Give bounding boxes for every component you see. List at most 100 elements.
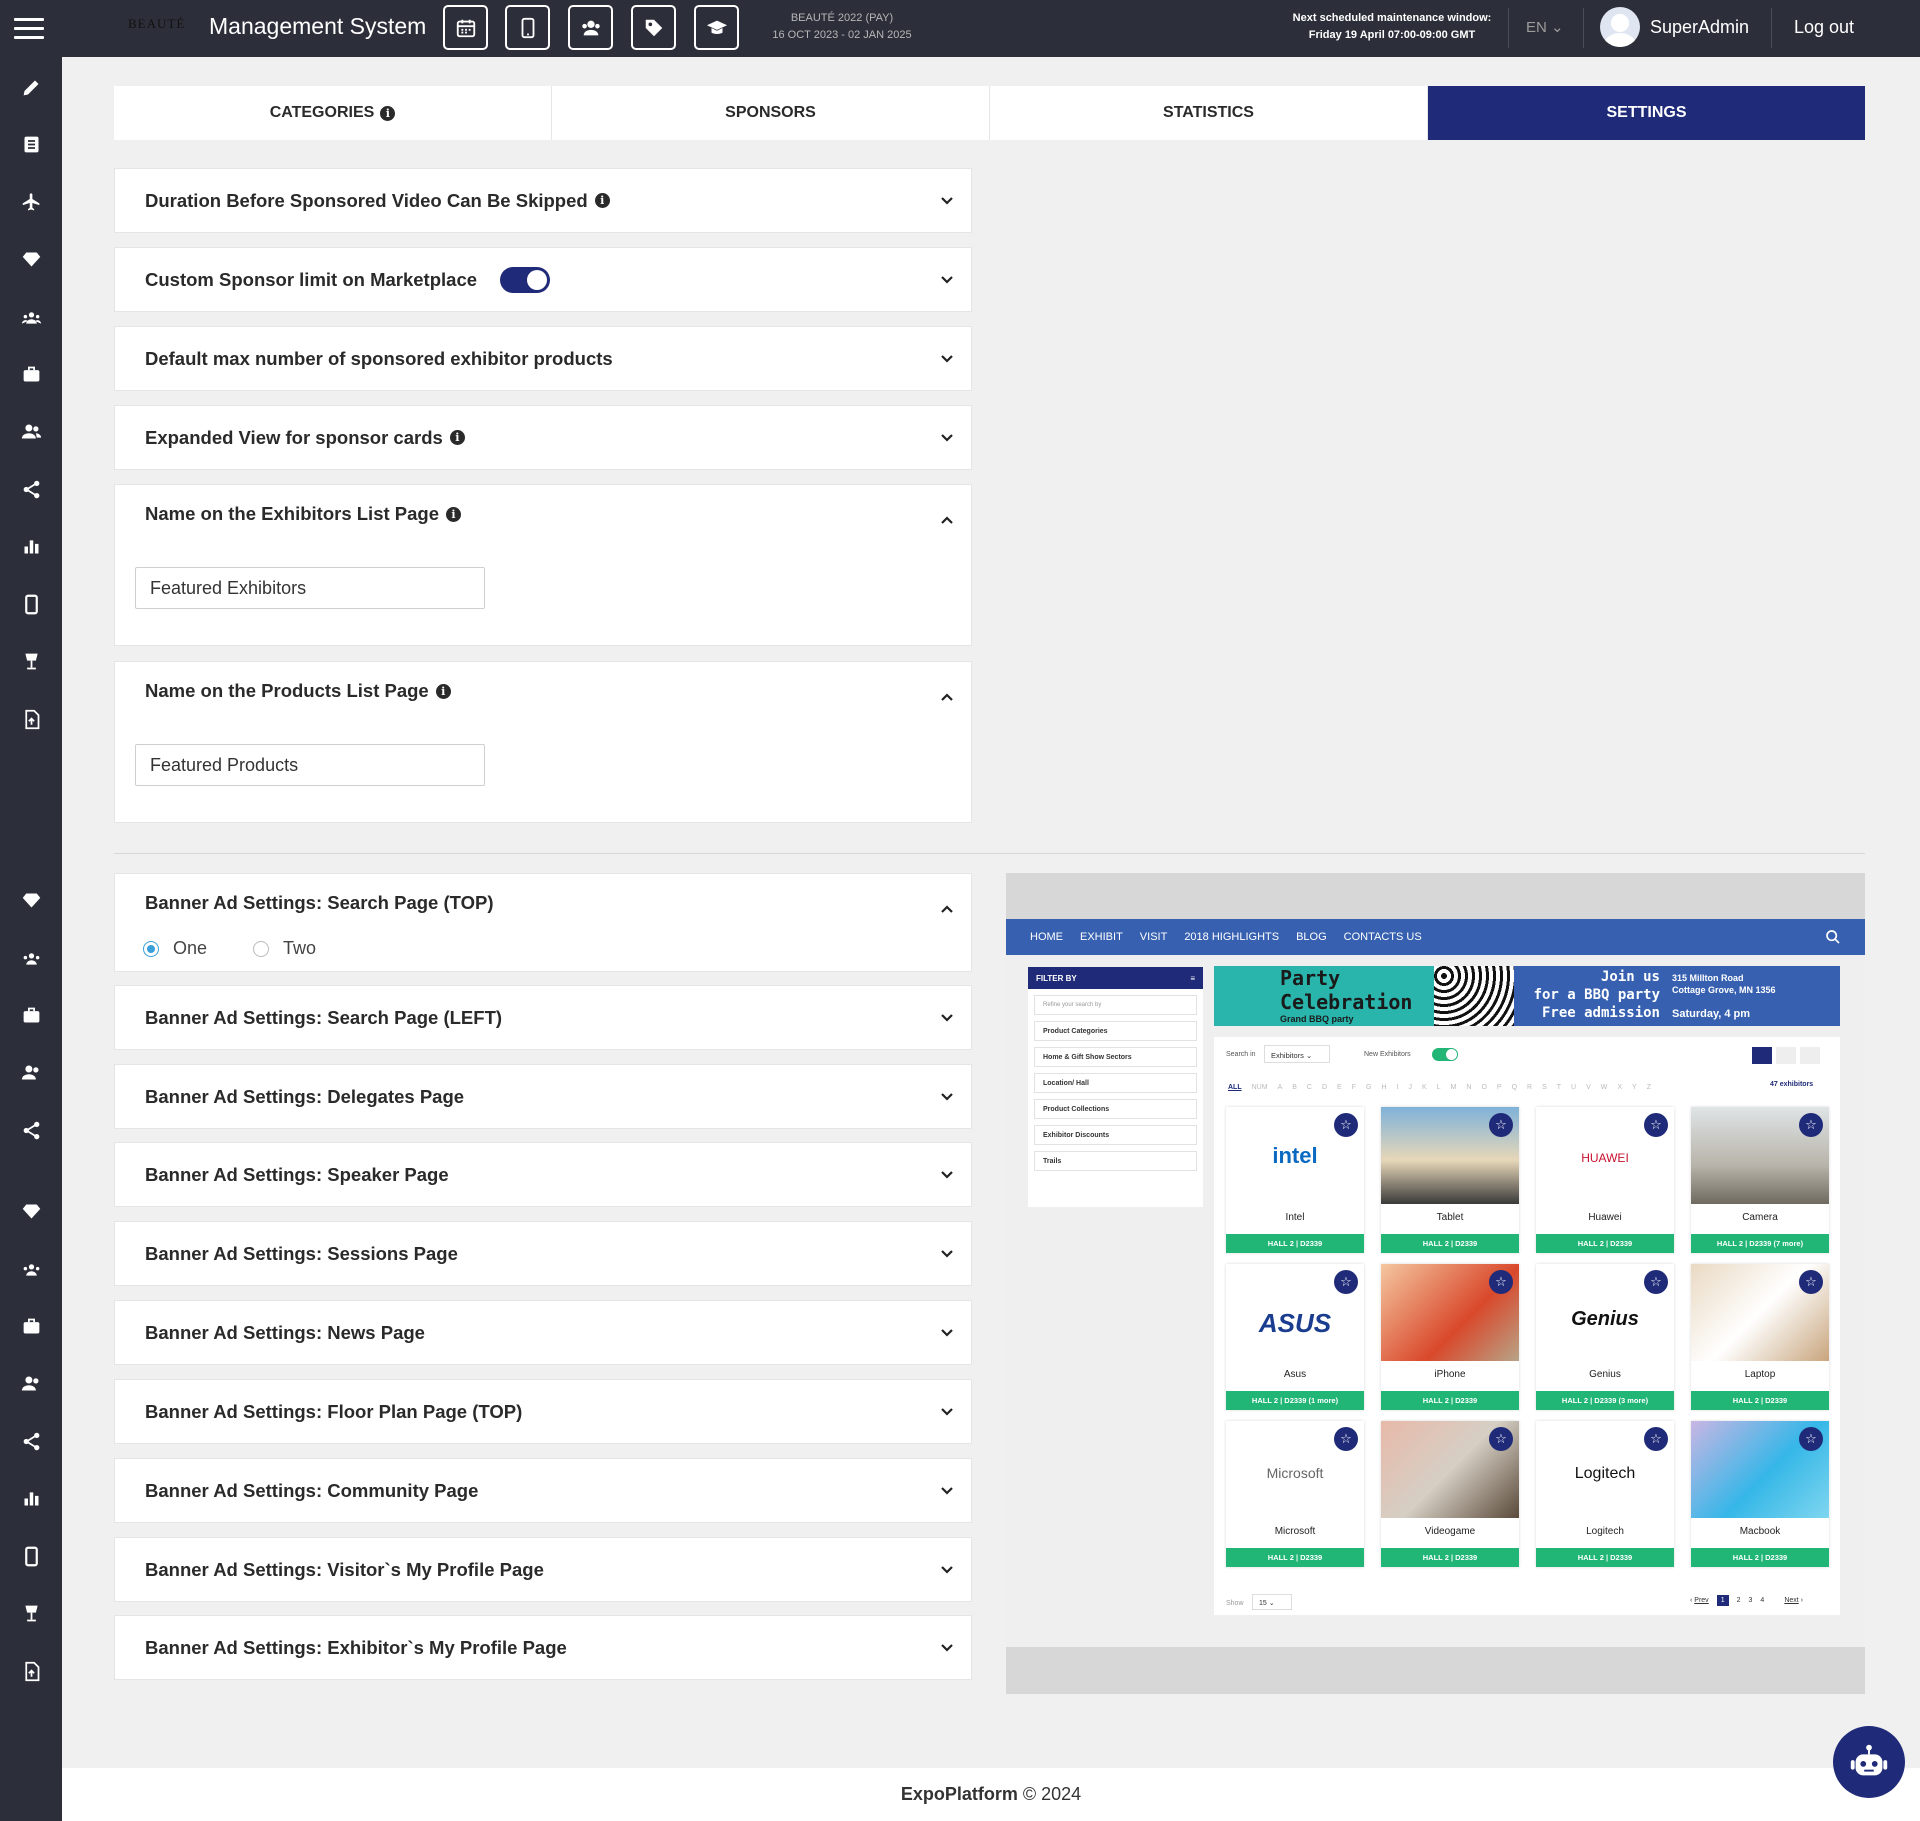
alphabet-letter: X bbox=[1617, 1084, 1623, 1091]
video-skip-panel[interactable]: Duration Before Sponsored Video Can Be S… bbox=[114, 168, 972, 233]
info-icon[interactable]: i bbox=[449, 430, 465, 445]
mobile-icon[interactable] bbox=[19, 1544, 43, 1568]
exhibitors-name-input[interactable] bbox=[135, 567, 485, 609]
max-products-panel[interactable]: Default max number of sponsored exhibito… bbox=[114, 326, 972, 391]
user-name[interactable]: SuperAdmin bbox=[1650, 17, 1749, 38]
custom-limit-panel[interactable]: Custom Sponsor limit on Marketplace bbox=[114, 247, 972, 312]
info-icon[interactable]: i bbox=[380, 105, 396, 121]
banner-community-panel[interactable]: Banner Ad Settings: Community Page bbox=[114, 1458, 972, 1523]
chevron-down-icon[interactable] bbox=[937, 1244, 957, 1264]
banner-visitor-profile-panel[interactable]: Banner Ad Settings: Visitor`s My Profile… bbox=[114, 1537, 972, 1602]
users-button[interactable] bbox=[568, 5, 613, 50]
pencil-icon[interactable] bbox=[19, 75, 43, 99]
lamp-icon[interactable] bbox=[19, 649, 43, 673]
banner-news-panel[interactable]: Banner Ad Settings: News Page bbox=[114, 1300, 972, 1365]
share-icon[interactable] bbox=[19, 1118, 43, 1142]
logout-link[interactable]: Log out bbox=[1794, 17, 1854, 38]
alphabet-letter: O bbox=[1481, 1084, 1487, 1091]
lamp-icon[interactable] bbox=[19, 1601, 43, 1625]
avatar[interactable] bbox=[1600, 7, 1640, 47]
tab-label: CATEGORIES bbox=[269, 104, 375, 121]
calendar-button[interactable] bbox=[443, 5, 488, 50]
tab-label: SPONSORS bbox=[725, 104, 816, 121]
products-name-panel[interactable]: Name on the Products List Page i bbox=[114, 661, 972, 823]
language-selector[interactable]: EN ⌄ bbox=[1526, 18, 1564, 36]
banner-count-radios: One Two bbox=[143, 938, 316, 959]
briefcase-icon[interactable] bbox=[19, 1003, 43, 1027]
radio-button[interactable] bbox=[253, 940, 270, 957]
info-icon[interactable]: i bbox=[435, 683, 451, 699]
radio-one[interactable]: One bbox=[143, 938, 207, 959]
briefcase-icon[interactable] bbox=[19, 1314, 43, 1338]
alphabet-letter: G bbox=[1365, 1084, 1372, 1091]
tab-settings[interactable]: SETTINGS bbox=[1428, 86, 1865, 140]
event-dates: 16 OCT 2023 - 02 JAN 2025 bbox=[772, 29, 912, 41]
people-icon[interactable] bbox=[19, 419, 43, 443]
hamburger-menu-icon[interactable] bbox=[14, 18, 44, 40]
group-icon[interactable] bbox=[19, 1257, 43, 1281]
bar-chart-icon[interactable] bbox=[19, 534, 43, 558]
chevron-down-icon[interactable] bbox=[937, 191, 957, 211]
upload-file-icon[interactable] bbox=[19, 707, 43, 731]
diamond-icon[interactable] bbox=[19, 1199, 43, 1223]
people-icon[interactable] bbox=[19, 1060, 43, 1084]
info-icon[interactable]: i bbox=[594, 193, 610, 208]
diamond-icon[interactable] bbox=[19, 888, 43, 912]
custom-limit-toggle[interactable] bbox=[500, 266, 551, 293]
radio-two[interactable]: Two bbox=[253, 938, 316, 959]
chevron-down-icon[interactable] bbox=[937, 428, 957, 448]
briefcase-icon[interactable] bbox=[19, 362, 43, 386]
list-icon[interactable] bbox=[19, 132, 43, 156]
chevron-down-icon[interactable] bbox=[937, 1008, 957, 1028]
plane-icon[interactable] bbox=[19, 190, 43, 214]
diamond-icon[interactable] bbox=[19, 247, 43, 271]
exhibitor-card: ASUS ☆ Asus HALL 2 | D2339 (1 more) bbox=[1226, 1264, 1364, 1410]
chatbot-button[interactable] bbox=[1833, 1726, 1905, 1798]
panel-title: Banner Ad Settings: Speaker Page bbox=[145, 1163, 449, 1185]
preview-nav-item: EXHIBIT bbox=[1080, 931, 1123, 943]
banner-speaker-panel[interactable]: Banner Ad Settings: Speaker Page bbox=[114, 1142, 972, 1207]
chevron-down-icon[interactable] bbox=[937, 270, 957, 290]
chevron-up-icon[interactable] bbox=[937, 510, 957, 530]
banner-search-top-panel[interactable]: Banner Ad Settings: Search Page (TOP) On… bbox=[114, 873, 972, 972]
radio-button[interactable] bbox=[143, 940, 159, 957]
chevron-down-icon[interactable] bbox=[937, 1402, 957, 1422]
tab-sponsors[interactable]: SPONSORS bbox=[552, 86, 990, 140]
panel-title: Default max number of sponsored exhibito… bbox=[145, 327, 613, 390]
chevron-down-icon[interactable] bbox=[937, 1638, 957, 1658]
chevron-down-icon[interactable] bbox=[937, 1087, 957, 1107]
star-icon: ☆ bbox=[1334, 1427, 1358, 1451]
alphabet-letter: V bbox=[1586, 1084, 1591, 1091]
expanded-view-panel[interactable]: Expanded View for sponsor cards i bbox=[114, 405, 972, 470]
banner-delegates-panel[interactable]: Banner Ad Settings: Delegates Page bbox=[114, 1064, 972, 1129]
bar-chart-icon[interactable] bbox=[19, 1486, 43, 1510]
info-icon[interactable]: i bbox=[446, 506, 462, 522]
chevron-down-icon[interactable] bbox=[937, 1323, 957, 1343]
search-in-value: Exhibitors bbox=[1271, 1051, 1304, 1060]
tab-statistics[interactable]: STATISTICS bbox=[990, 86, 1428, 140]
upload-file-icon[interactable] bbox=[19, 1659, 43, 1683]
chevron-up-icon[interactable] bbox=[937, 899, 957, 919]
banner-exhibitor-profile-panel[interactable]: Banner Ad Settings: Exhibitor`s My Profi… bbox=[114, 1615, 972, 1680]
share-icon[interactable] bbox=[19, 1429, 43, 1453]
exhibitors-name-panel[interactable]: Name on the Exhibitors List Page i bbox=[114, 484, 972, 646]
tag-button[interactable] bbox=[631, 5, 676, 50]
chevron-down-icon[interactable] bbox=[937, 1165, 957, 1185]
mobile-button[interactable] bbox=[505, 5, 550, 50]
tab-categories[interactable]: CATEGORIES i bbox=[114, 86, 552, 140]
mobile-icon[interactable] bbox=[19, 592, 43, 616]
chevron-down-icon[interactable] bbox=[937, 1560, 957, 1580]
products-name-input[interactable] bbox=[135, 744, 485, 786]
people-icon[interactable] bbox=[19, 1371, 43, 1395]
chevron-up-icon[interactable] bbox=[937, 687, 957, 707]
chevron-down-icon[interactable] bbox=[937, 349, 957, 369]
group-icon[interactable] bbox=[19, 946, 43, 970]
exhibitor-name: Logitech bbox=[1586, 1526, 1624, 1537]
education-button[interactable] bbox=[694, 5, 739, 50]
group-icon[interactable] bbox=[19, 305, 43, 329]
banner-search-left-panel[interactable]: Banner Ad Settings: Search Page (LEFT) bbox=[114, 985, 972, 1050]
banner-sessions-panel[interactable]: Banner Ad Settings: Sessions Page bbox=[114, 1221, 972, 1286]
banner-floorplan-panel[interactable]: Banner Ad Settings: Floor Plan Page (TOP… bbox=[114, 1379, 972, 1444]
share-icon[interactable] bbox=[19, 477, 43, 501]
chevron-down-icon[interactable] bbox=[937, 1481, 957, 1501]
